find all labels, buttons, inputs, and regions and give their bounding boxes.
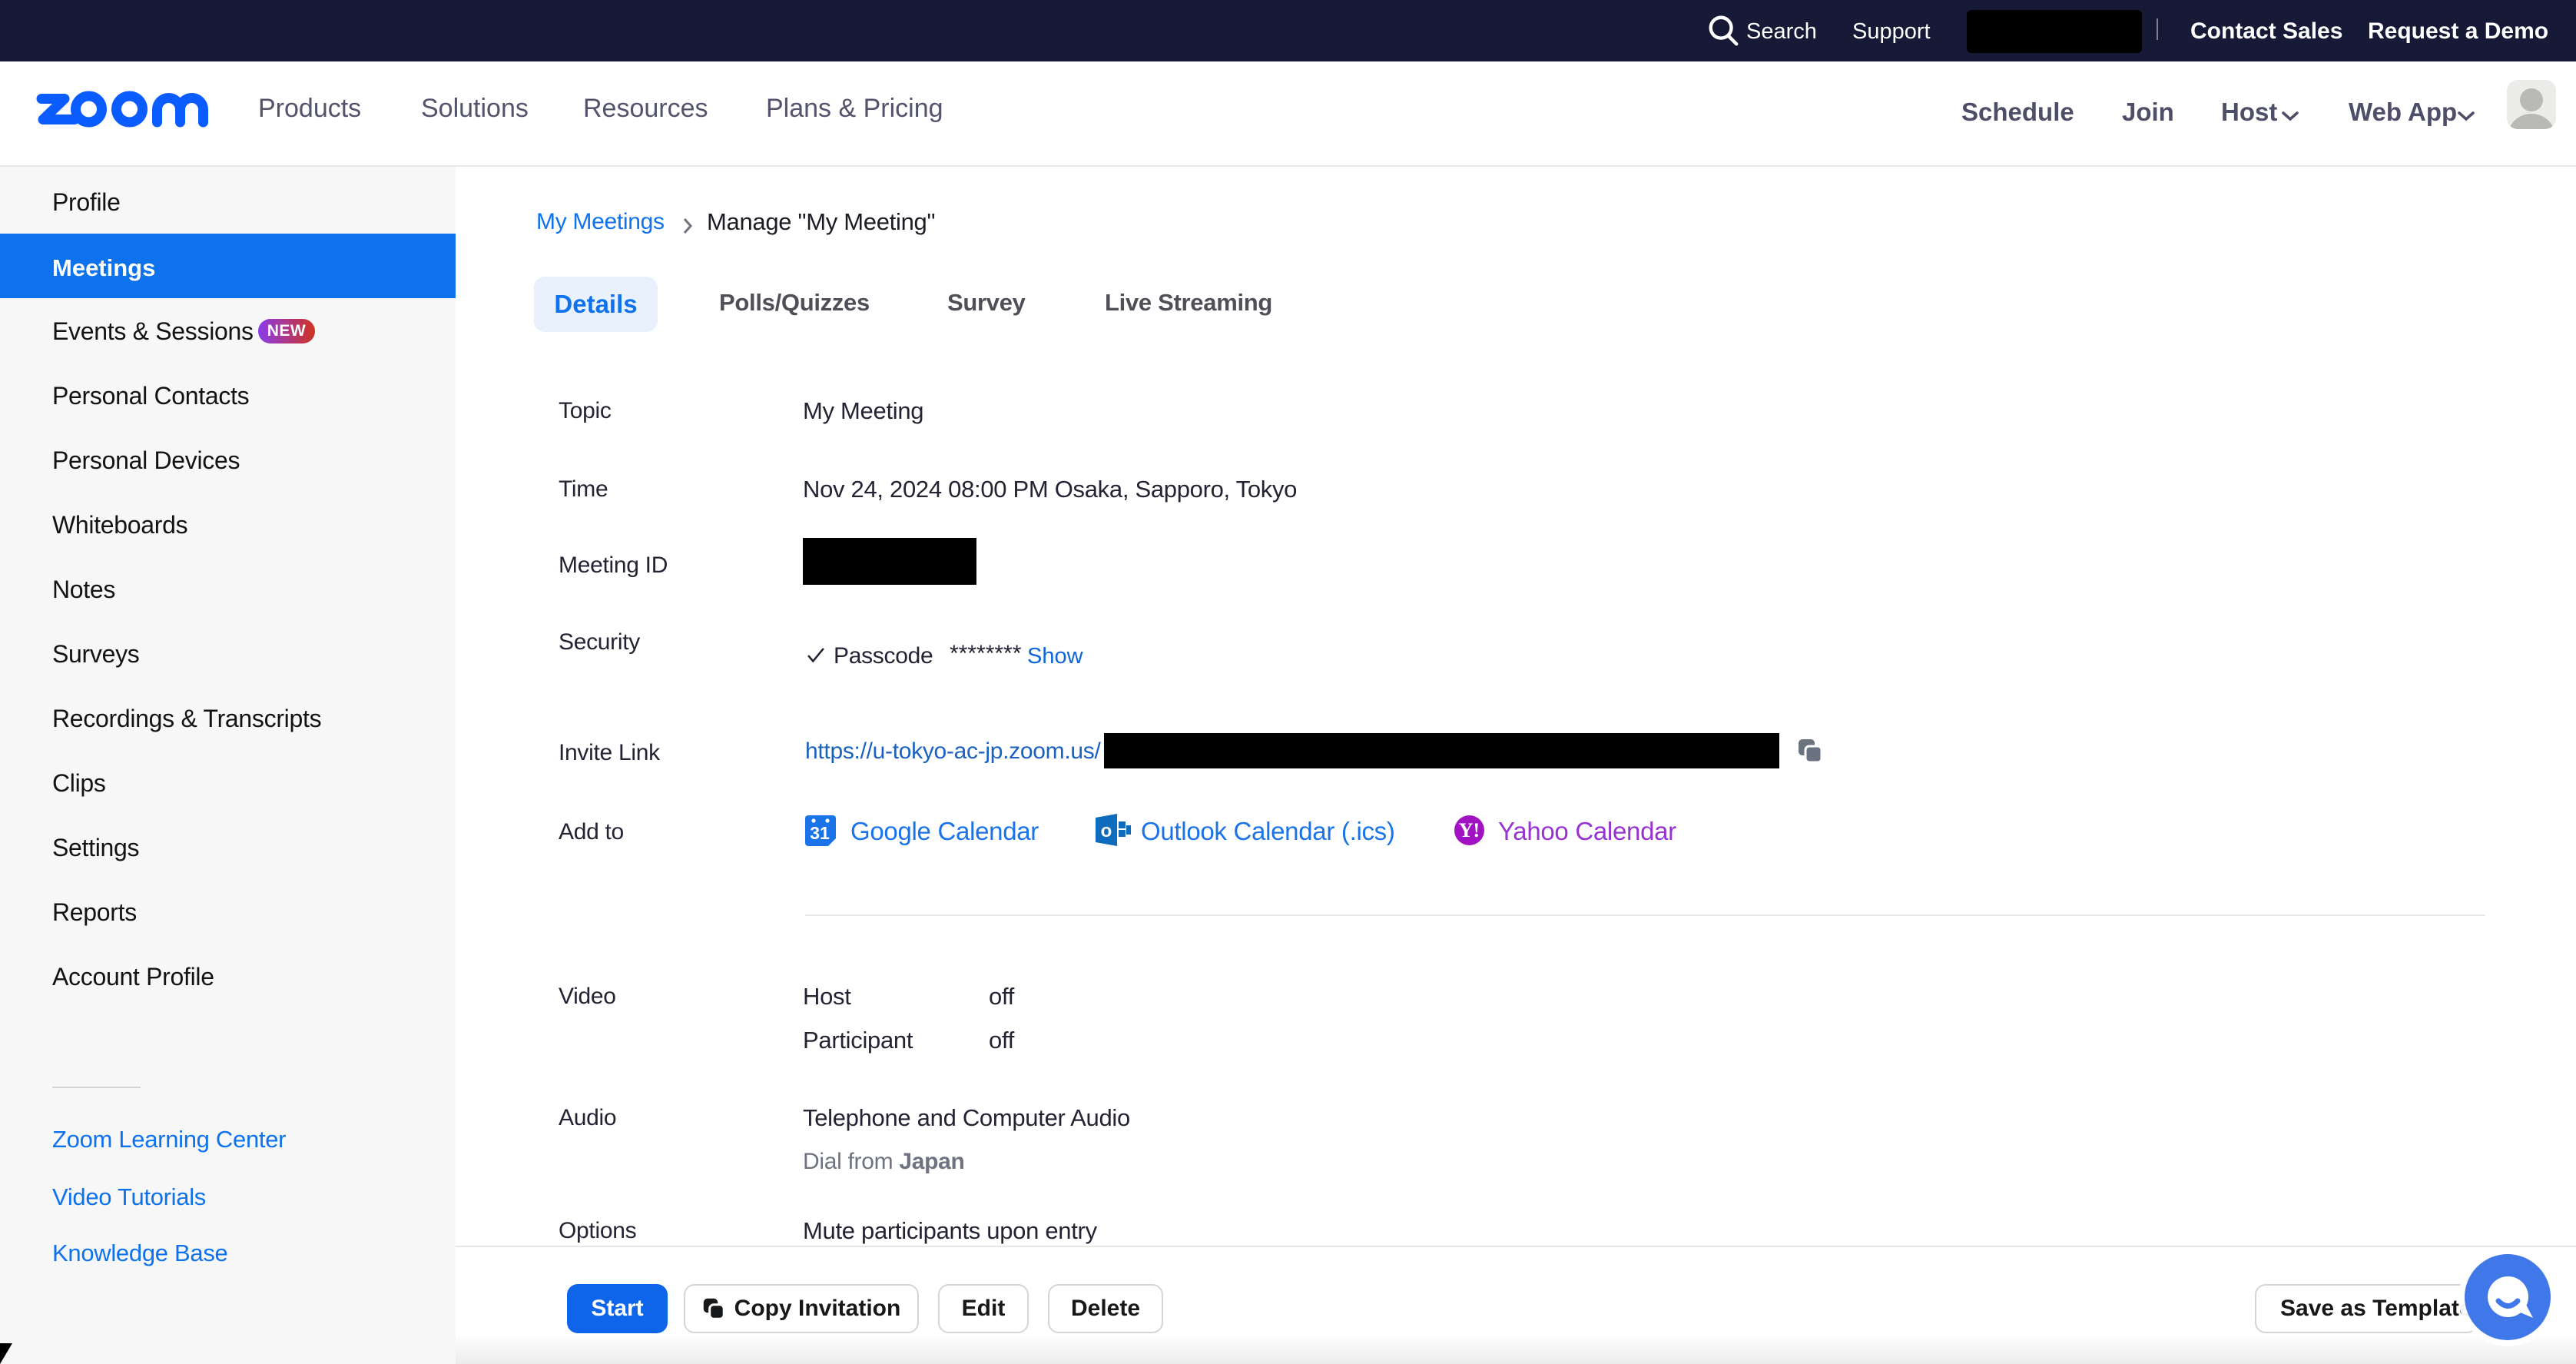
svg-text:o: o: [1101, 821, 1112, 841]
svg-text:31: 31: [810, 823, 830, 843]
